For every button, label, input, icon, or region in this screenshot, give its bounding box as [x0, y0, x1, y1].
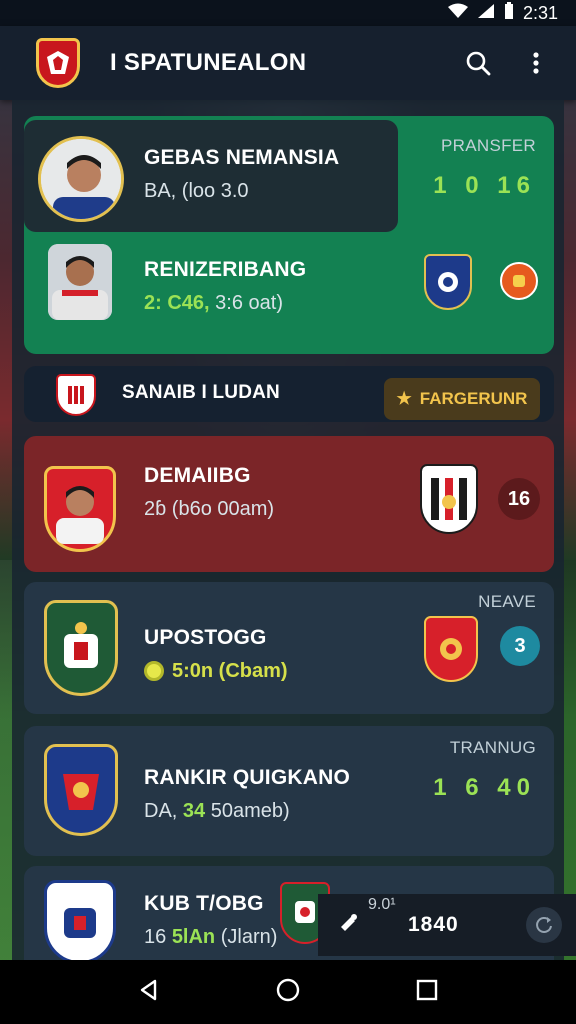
player-name: RENIZERIBANG: [144, 258, 307, 281]
match-time: 5:0n (Cbam): [172, 660, 288, 682]
club-name: RANKIR QUIGKANO: [144, 766, 350, 789]
signal-icon: [477, 3, 495, 24]
match-card[interactable]: NEAVE UPOSTOGG 5:0n (Cbam) 3: [24, 582, 554, 714]
card-label: TRANNUG: [449, 738, 536, 757]
whistle-icon: [338, 911, 368, 939]
status-bar: 2:31: [0, 0, 576, 26]
player-name: GEBAS NEMANSIA: [144, 146, 340, 169]
detail-accent: 5lAn: [171, 926, 216, 948]
ticker-value: 1840: [408, 913, 459, 936]
player-details: BA, (loo 3.0: [144, 180, 249, 202]
detail-text: (Jlarn): [215, 926, 278, 948]
player-name: DEMAIIBG: [144, 464, 251, 487]
match-card[interactable]: TRANNUG RANKIR QUIGKANO DA, 34 50ameb) 1…: [24, 726, 554, 856]
club-shield-icon: [56, 374, 96, 416]
club-name: UPOSTOGG: [144, 626, 267, 649]
club-shield-icon: [44, 880, 116, 960]
club-name: KUB T/OBG: [144, 892, 264, 915]
player-details: 2: C46, 3:6 oat): [144, 292, 283, 315]
detail-accent: 34: [182, 800, 206, 822]
match-details: DA, 34 50ameb): [144, 800, 290, 823]
back-icon[interactable]: [136, 977, 162, 1008]
club-shield-icon: [424, 616, 478, 682]
detail-accent: 2: C46,: [144, 292, 210, 314]
match-list: GEBAS NEMANSIA BA, (loo 3.0 PRANSFER 1 0…: [12, 100, 564, 960]
refresh-icon[interactable]: [526, 907, 562, 943]
more-vert-icon[interactable]: [516, 43, 556, 83]
ticker-minor: 9.0¹: [368, 896, 396, 913]
match-badge: 16: [498, 478, 540, 520]
section-title: SANAIB I LUDAN: [122, 382, 280, 403]
player-avatar: [38, 136, 124, 222]
section-header: SANAIB I LUDAN ★ FARGERUNR: [24, 366, 554, 422]
player-avatar: [44, 466, 116, 552]
status-time: 2:31: [522, 2, 558, 23]
detail-text: 50ameb): [205, 800, 290, 822]
live-dot-icon: [144, 661, 164, 681]
live-ticker[interactable]: 9.0¹ 1840: [318, 894, 576, 956]
star-icon: ★: [396, 389, 412, 408]
club-shield-icon: [424, 254, 472, 310]
match-card[interactable]: DEMAIIBG 2ɓ (b6o 00am) 16: [24, 436, 554, 572]
club-round-icon: [500, 262, 538, 300]
wifi-icon: [447, 3, 469, 24]
transfer-label: PRANSFER: [441, 136, 536, 155]
favourite-button[interactable]: ★ FARGERUNR: [384, 378, 540, 420]
recents-icon[interactable]: [414, 977, 440, 1008]
match-badge: 3: [500, 626, 540, 666]
club-shield-icon: [420, 464, 478, 534]
home-icon[interactable]: [275, 977, 301, 1008]
transfer-card[interactable]: GEBAS NEMANSIA BA, (loo 3.0 PRANSFER 1 0…: [24, 116, 554, 354]
detail-prefix: 16: [144, 926, 172, 948]
app-title: I SPATUNEALON: [110, 49, 307, 76]
club-shield-icon: [44, 744, 118, 836]
club-shield-icon: [44, 600, 118, 696]
app-bar: I SPATUNEALON: [0, 26, 576, 100]
card-label: NEAVE: [478, 592, 536, 611]
system-nav-bar: [0, 960, 576, 1024]
player-avatar: [48, 244, 112, 320]
search-icon[interactable]: [458, 43, 498, 83]
match-details: 16 5lAn (Jlarn): [144, 926, 277, 949]
detail-text: 3:6 oat): [209, 292, 283, 314]
score: 1 0 16: [433, 172, 536, 199]
match-details: 5:0n (Cbam): [144, 660, 288, 683]
score: 1 6 40: [433, 774, 536, 801]
match-details: 2ɓ (b6o 00am): [144, 498, 275, 520]
club-crest-icon[interactable]: [36, 38, 80, 88]
detail-prefix: DA,: [144, 800, 183, 822]
favourite-label: FARGERUNR: [419, 389, 528, 408]
battery-icon: [503, 1, 515, 25]
